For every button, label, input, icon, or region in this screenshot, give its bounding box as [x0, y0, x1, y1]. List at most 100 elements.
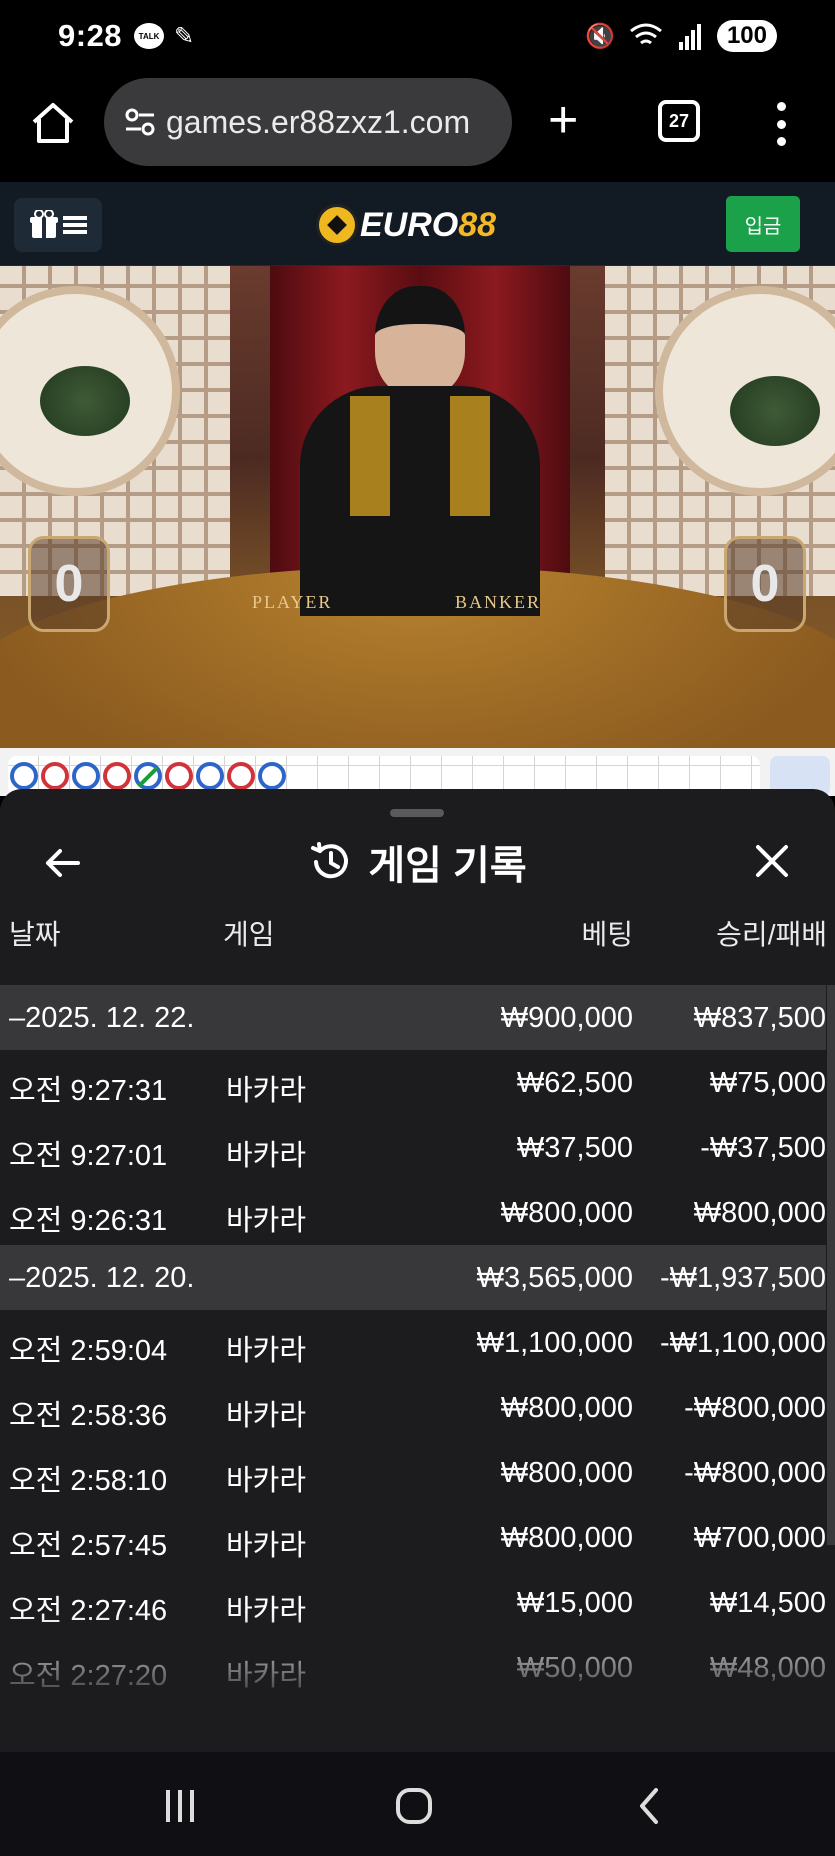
row-date: 오전 9:27:01 — [9, 1140, 168, 1172]
row-date: 오전 2:57:45 — [9, 1530, 168, 1562]
row-date: 오전 9:26:31 — [9, 1205, 168, 1237]
logo-number: 88 — [458, 205, 497, 244]
more-options-icon[interactable] — [774, 102, 788, 146]
row-bet: ₩37,500 — [516, 1132, 633, 1164]
mute-icon: 🔇 — [585, 22, 615, 50]
site-settings-icon[interactable] — [122, 104, 158, 140]
row-game: 바카라 — [226, 1400, 307, 1432]
row-game: 바카라 — [226, 1465, 307, 1497]
status-indicators: 🔇 100 — [585, 20, 777, 52]
game-history-sheet: 게임 기록 날짜 게임 베팅 승리/패배 –2025. 12. 22. ₩900,… — [0, 789, 835, 1752]
date-group-row[interactable]: –2025. 12. 20. ₩3,565,000 -₩1,937,500 — [0, 1245, 826, 1310]
gift-icon — [30, 210, 58, 238]
table-row: 오전 2:59:04 바카라 ₩1,100,000 -₩1,100,000 — [0, 1310, 826, 1375]
row-winloss: -₩1,100,000 — [659, 1327, 826, 1359]
address-bar[interactable]: games.er88zxz1.com — [104, 78, 512, 166]
row-bet: ₩800,000 — [500, 1197, 633, 1229]
road-bead — [258, 762, 286, 790]
bonsai-right — [730, 376, 820, 446]
row-date: 오전 2:58:36 — [9, 1400, 168, 1432]
row-winloss: -₩800,000 — [684, 1457, 826, 1489]
date-group-row[interactable]: –2025. 12. 22. ₩900,000 ₩837,500 — [0, 985, 826, 1050]
history-table: –2025. 12. 22. ₩900,000 ₩837,500 오전 9:27:31… — [0, 985, 826, 1700]
url-text[interactable]: games.er88zxz1.com — [166, 104, 470, 141]
status-time: 9:28 — [58, 18, 123, 53]
road-bead — [227, 762, 255, 790]
column-date: 날짜 — [9, 919, 61, 950]
live-dealer-video: PLAYER BANKER 0 0 — [0, 266, 835, 748]
row-winloss: -₩1,937,500 — [659, 1262, 826, 1294]
row-winloss: ₩837,500 — [693, 1002, 826, 1034]
drag-handle[interactable] — [390, 809, 444, 817]
row-game: 바카라 — [226, 1335, 307, 1367]
road-bead — [72, 762, 100, 790]
wifi-icon — [630, 23, 662, 45]
system-nav-bar — [0, 1752, 835, 1856]
player-table-label: PLAYER — [252, 592, 333, 612]
tab-count-button[interactable]: 27 — [658, 100, 700, 142]
row-bet: ₩62,500 — [516, 1067, 633, 1099]
back-nav-icon[interactable] — [630, 1786, 670, 1826]
bottom-fade — [0, 1612, 835, 1752]
row-date: –2025. 12. 20. — [9, 1262, 195, 1294]
browser-toolbar: games.er88zxz1.com + 27 — [0, 72, 835, 182]
menu-button[interactable] — [14, 198, 102, 252]
road-bead — [165, 762, 193, 790]
kakaotalk-icon: TALK — [134, 23, 165, 49]
new-tab-icon[interactable]: + — [548, 94, 578, 146]
status-bar: 9:28 TALK ✎ 🔇 100 — [0, 0, 835, 72]
sheet-title: 게임 기록 — [0, 833, 835, 891]
row-date: 오전 2:58:10 — [9, 1465, 168, 1497]
row-date: –2025. 12. 22. — [9, 1002, 195, 1034]
bonsai-left — [40, 366, 130, 436]
row-date: 오전 9:27:31 — [9, 1075, 168, 1107]
row-game: 바카라 — [226, 1205, 307, 1237]
row-bet: ₩800,000 — [500, 1522, 633, 1554]
deposit-button[interactable]: 입금 — [726, 196, 800, 252]
table-row: 오전 2:58:36 바카라 ₩800,000 -₩800,000 — [0, 1375, 826, 1440]
home-icon[interactable] — [30, 100, 76, 146]
road-bead — [196, 762, 224, 790]
notification-icon: ✎ — [174, 22, 195, 50]
hamburger-icon — [63, 216, 87, 234]
row-bet: ₩1,100,000 — [476, 1327, 633, 1359]
battery-badge: 100 — [716, 20, 777, 52]
sheet-title-text: 게임 기록 — [368, 844, 527, 888]
row-winloss: -₩37,500 — [700, 1132, 826, 1164]
table-row: 오전 9:27:31 바카라 ₩62,500 ₩75,000 — [0, 1050, 826, 1115]
soccer-ball-icon — [316, 204, 358, 246]
road-bead — [103, 762, 131, 790]
table-row: 오전 2:57:45 바카라 ₩800,000 ₩700,000 — [0, 1505, 826, 1570]
road-bead — [134, 762, 162, 790]
row-bet: ₩800,000 — [500, 1457, 633, 1489]
signal-icon — [678, 24, 701, 50]
logo-word: EURO — [360, 205, 459, 244]
row-game: 바카라 — [226, 1075, 307, 1107]
euro88-logo[interactable]: EURO88 — [316, 200, 496, 250]
row-date: 오전 2:59:04 — [9, 1335, 168, 1367]
banker-score: 0 — [724, 536, 806, 632]
row-game: 바카라 — [226, 1530, 307, 1562]
table-row: 오전 9:27:01 바카라 ₩37,500 -₩37,500 — [0, 1115, 826, 1180]
row-winloss: ₩700,000 — [693, 1522, 826, 1554]
column-bet: 베팅 — [581, 919, 633, 950]
row-game: 바카라 — [226, 1140, 307, 1172]
close-icon[interactable] — [752, 841, 792, 881]
table-row: 오전 9:26:31 바카라 ₩800,000 ₩800,000 — [0, 1180, 826, 1245]
dealer — [300, 286, 540, 616]
row-bet: ₩3,565,000 — [476, 1262, 633, 1294]
home-nav-icon[interactable] — [394, 1786, 434, 1826]
row-bet: ₩800,000 — [500, 1392, 633, 1424]
row-winloss: -₩800,000 — [684, 1392, 826, 1424]
site-header: EURO88 입금 — [0, 182, 835, 266]
column-winloss: 승리/패배 — [716, 919, 827, 950]
row-winloss: ₩800,000 — [693, 1197, 826, 1229]
row-bet: ₩900,000 — [500, 1002, 633, 1034]
scrollbar[interactable] — [827, 985, 835, 1545]
recents-icon[interactable] — [160, 1786, 200, 1826]
row-winloss: ₩75,000 — [709, 1067, 826, 1099]
player-score: 0 — [28, 536, 110, 632]
banker-table-label: BANKER — [455, 592, 542, 612]
road-bead — [10, 762, 38, 790]
table-row: 오전 2:58:10 바카라 ₩800,000 -₩800,000 — [0, 1440, 826, 1505]
